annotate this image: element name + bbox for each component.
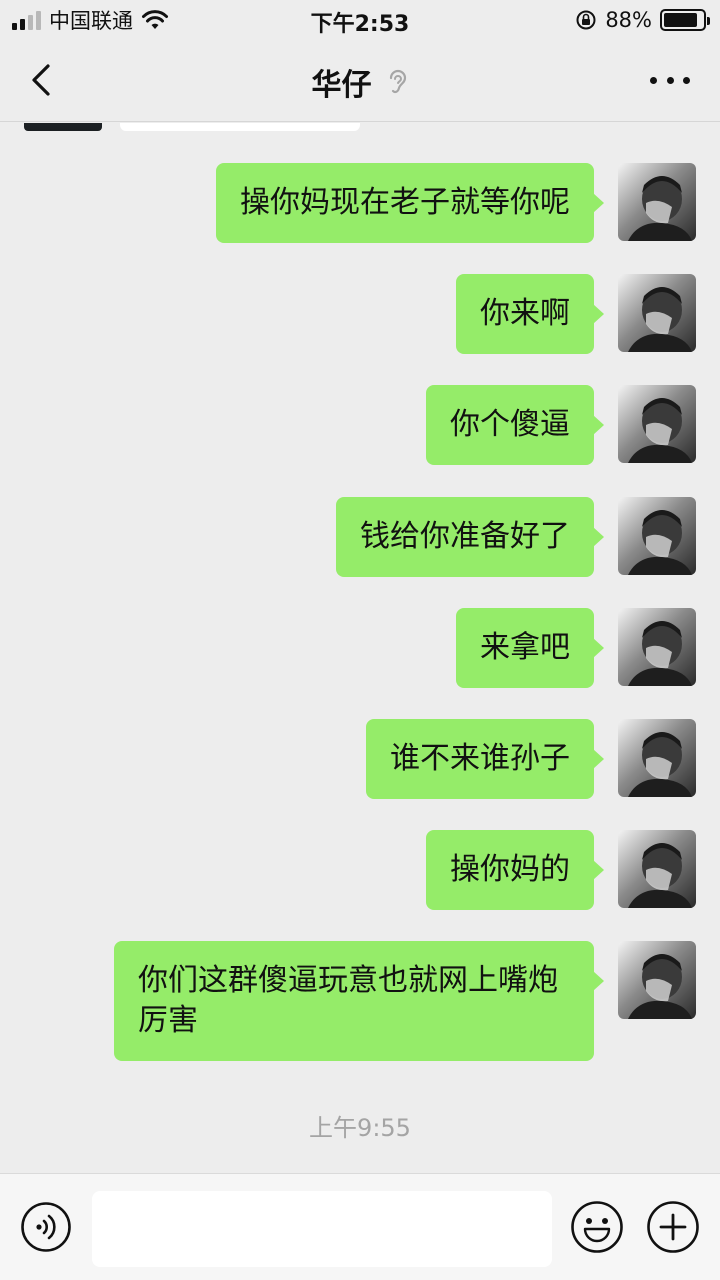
outgoing-message-bubble[interactable]: 来拿吧 [456,608,604,688]
avatar-image [618,830,696,908]
message-row: 来拿吧 [456,608,696,688]
more-dot [666,76,674,84]
outgoing-message-bubble[interactable]: 操你妈现在老子就等你呢 [216,163,604,243]
message-row: 操你妈现在老子就等你呢 [216,163,696,243]
message-timestamp: 上午9:55 [309,1114,411,1142]
incoming-message-bubble[interactable] [120,123,360,131]
message-input[interactable] [92,1191,552,1267]
nav-title-wrap: 华仔 [0,60,720,103]
avatar-image [618,385,696,463]
input-bar [0,1173,720,1280]
outgoing-message-bubble[interactable]: 谁不来谁孙子 [366,719,604,799]
outgoing-message-bubble[interactable]: 你来啊 [456,274,604,354]
avatar-image [618,719,696,797]
message-row: 你个傻逼 [426,385,696,465]
message-row: 你们这群傻逼玩意也就网上嘴炮厉害 [114,941,696,1061]
chat-area[interactable]: 操你妈现在老子就等你呢 你来啊 你个傻逼 钱给你准备好了 来拿吧 谁不来谁孙子 … [0,123,720,1173]
more-dot [683,76,690,84]
message-row: 你来啊 [456,274,696,354]
my-avatar[interactable] [618,830,696,908]
status-bar: 中国联通 下午2:53 88% [0,0,720,40]
voice-icon[interactable] [20,1201,72,1253]
emoji-icon[interactable] [570,1200,624,1254]
battery-icon [660,9,710,31]
outgoing-message-bubble[interactable]: 你个傻逼 [426,385,604,465]
avatar-image [618,608,696,686]
contact-avatar[interactable] [24,123,102,131]
my-avatar[interactable] [618,719,696,797]
ear-icon [389,69,406,94]
message-row: 操你妈的 [426,830,696,910]
outgoing-message-bubble[interactable]: 钱给你准备好了 [336,497,604,577]
nav-bar: 华仔 [0,40,720,122]
status-right: 88% [575,6,710,34]
battery-percent: 88% [605,8,652,32]
message-row: 钱给你准备好了 [336,497,696,577]
message-row: 谁不来谁孙子 [366,719,696,799]
my-avatar[interactable] [618,497,696,575]
my-avatar[interactable] [618,385,696,463]
plus-icon[interactable] [646,1200,700,1254]
my-avatar[interactable] [618,608,696,686]
avatar-image [618,163,696,241]
my-avatar[interactable] [618,163,696,241]
battery-fill [664,13,698,27]
avatar-image [618,274,696,352]
outgoing-message-bubble[interactable]: 操你妈的 [426,830,604,910]
outgoing-message-bubble[interactable]: 你们这群傻逼玩意也就网上嘴炮厉害 [114,941,604,1061]
avatar-image [618,941,696,1019]
my-avatar[interactable] [618,274,696,352]
chat-title[interactable]: 华仔 [311,68,371,103]
rotation-lock-icon [576,10,596,30]
my-avatar[interactable] [618,941,696,1019]
more-options-button[interactable] [650,70,690,90]
avatar-image [618,497,696,575]
more-dot [650,76,657,84]
